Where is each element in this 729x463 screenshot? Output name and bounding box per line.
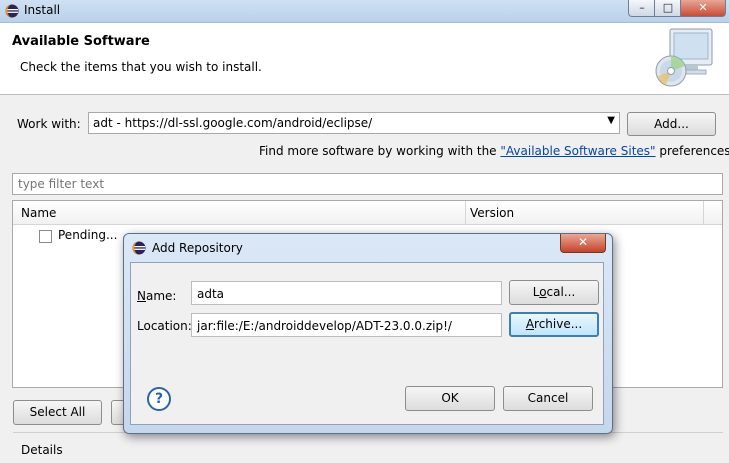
cancel-button[interactable]: Cancel	[503, 386, 593, 411]
close-button[interactable]: ✕	[680, 0, 726, 17]
column-name[interactable]: Name	[21, 206, 56, 220]
eclipse-logo-icon	[132, 241, 146, 255]
archive-button[interactable]: Archive...	[509, 312, 599, 337]
column-divider	[703, 201, 704, 224]
dialog-title: Add Repository	[152, 241, 243, 255]
work-with-value: adt - https://dl-ssl.google.com/android/…	[93, 116, 373, 130]
window-titlebar: Install – □ ✕	[0, 0, 729, 23]
page-subtitle: Check the items that you wish to install…	[20, 60, 262, 74]
column-version[interactable]: Version	[470, 206, 514, 220]
window-title: Install	[24, 3, 61, 17]
location-value: jar:file:/E:/androiddevelop/ADT-23.0.0.z…	[197, 319, 452, 333]
help-icon[interactable]: ?	[147, 387, 171, 411]
maximize-button[interactable]: □	[654, 0, 682, 17]
pending-checkbox[interactable]	[39, 230, 52, 243]
filter-input[interactable]	[16, 176, 710, 192]
dialog-body: Name: adta Local... Location: jar:file:/…	[130, 262, 604, 425]
add-repository-dialog: Add Repository ✕ Name: adta Local... Loc…	[123, 233, 613, 434]
name-value: adta	[197, 287, 225, 301]
wizard-header: Available Software Check the items that …	[0, 23, 729, 95]
location-label: Location:	[137, 319, 192, 333]
name-label: Name:	[137, 289, 177, 303]
name-field[interactable]: adta	[191, 281, 502, 305]
work-with-label: Work with:	[17, 117, 81, 131]
work-with-combo[interactable]: adt - https://dl-ssl.google.com/android/…	[88, 112, 620, 134]
filter-field[interactable]	[12, 173, 723, 195]
ok-button[interactable]: OK	[405, 386, 495, 411]
find-more-text: Find more software by working with the "…	[259, 144, 729, 158]
install-cd-icon	[655, 28, 713, 87]
local-button[interactable]: Local...	[509, 280, 599, 305]
location-field[interactable]: jar:file:/E:/androiddevelop/ADT-23.0.0.z…	[191, 313, 502, 337]
dropdown-arrow-icon[interactable]: ▼	[607, 115, 615, 126]
minimize-button[interactable]: –	[628, 0, 656, 17]
tree-header: Name Version	[13, 201, 722, 225]
details-section: Details	[13, 432, 723, 463]
dialog-close-button[interactable]: ✕	[560, 234, 606, 253]
details-label: Details	[21, 443, 63, 457]
column-divider	[465, 201, 466, 224]
select-all-button[interactable]: Select All	[13, 400, 102, 425]
tree-row-pending[interactable]: Pending...	[58, 228, 117, 242]
add-site-button[interactable]: Add...	[627, 112, 716, 136]
page-title: Available Software	[12, 34, 150, 49]
eclipse-logo-icon	[5, 4, 19, 18]
available-software-sites-link[interactable]: "Available Software Sites"	[500, 144, 655, 158]
